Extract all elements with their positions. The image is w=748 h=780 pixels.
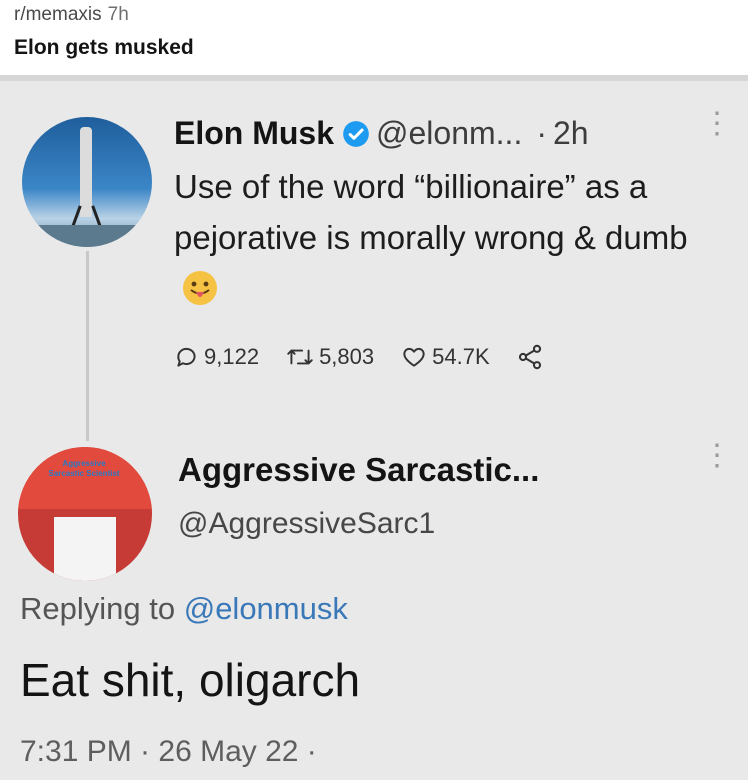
- reply-author-avatar[interactable]: Aggressive Sarcastic Scientist: [18, 447, 152, 581]
- more-options-icon[interactable]: ⋮: [702, 109, 732, 139]
- retweet-count: 5,803: [319, 344, 375, 369]
- tweet-body: Use of the word “billionaire” as a pejor…: [174, 161, 714, 314]
- comment-icon: [177, 347, 196, 367]
- retweet-button[interactable]: 5,803: [285, 344, 374, 370]
- post-meta: r/memaxis 7h: [14, 4, 129, 26]
- tweet-screenshot: Elon Musk @elonm... · 2h ⋮ Use of the wo…: [0, 75, 748, 780]
- replying-prefix: Replying to: [20, 591, 176, 626]
- share-icon: [518, 344, 541, 370]
- reply-count: 9,122: [204, 344, 260, 369]
- elon-avatar[interactable]: [22, 117, 152, 247]
- author-handle[interactable]: @elonm...: [376, 115, 522, 152]
- avatar-ground: [22, 225, 152, 247]
- subreddit-link[interactable]: r/memaxis: [14, 4, 102, 25]
- verified-badge-icon: [343, 120, 369, 147]
- like-button[interactable]: 54.7K: [400, 344, 490, 370]
- rocket-graphic: [80, 127, 92, 217]
- reply-more-options-icon[interactable]: ⋮: [702, 441, 732, 471]
- replying-mention-link[interactable]: @elonmusk: [184, 591, 348, 626]
- reply-author-handle[interactable]: @AggressiveSarc1: [178, 507, 435, 541]
- reply-author-name[interactable]: Aggressive Sarcastic...: [178, 451, 539, 489]
- reply-text: Eat shit, oligarch: [20, 654, 361, 706]
- thread-line: [86, 251, 89, 441]
- avatar-labcoat: [54, 517, 116, 581]
- replying-to: Replying to @elonmusk: [20, 591, 348, 627]
- share-button[interactable]: [516, 343, 548, 371]
- reply-timestamp[interactable]: 7:31 PM · 26 May 22 ·: [20, 735, 317, 769]
- tongue-face-emoji-icon: [183, 271, 217, 305]
- tweet-actions: 9,122 5,803 54.7K: [174, 343, 574, 371]
- tweet-text: Use of the word “billionaire” as a pejor…: [174, 168, 688, 256]
- header-separator: ·: [536, 115, 547, 151]
- tweet-header: Elon Musk @elonm... · 2h: [174, 115, 589, 152]
- like-count: 54.7K: [432, 344, 490, 369]
- post-age: 7h: [107, 4, 129, 25]
- author-name[interactable]: Elon Musk: [174, 115, 334, 152]
- tweet-time[interactable]: 2h: [553, 115, 589, 152]
- post-title[interactable]: Elon gets musked: [14, 36, 194, 60]
- avatar-logo-text: Aggressive Sarcastic Scientist: [48, 459, 120, 478]
- heart-icon: [403, 347, 425, 367]
- retweet-icon: [287, 349, 313, 365]
- reply-button[interactable]: 9,122: [174, 344, 259, 370]
